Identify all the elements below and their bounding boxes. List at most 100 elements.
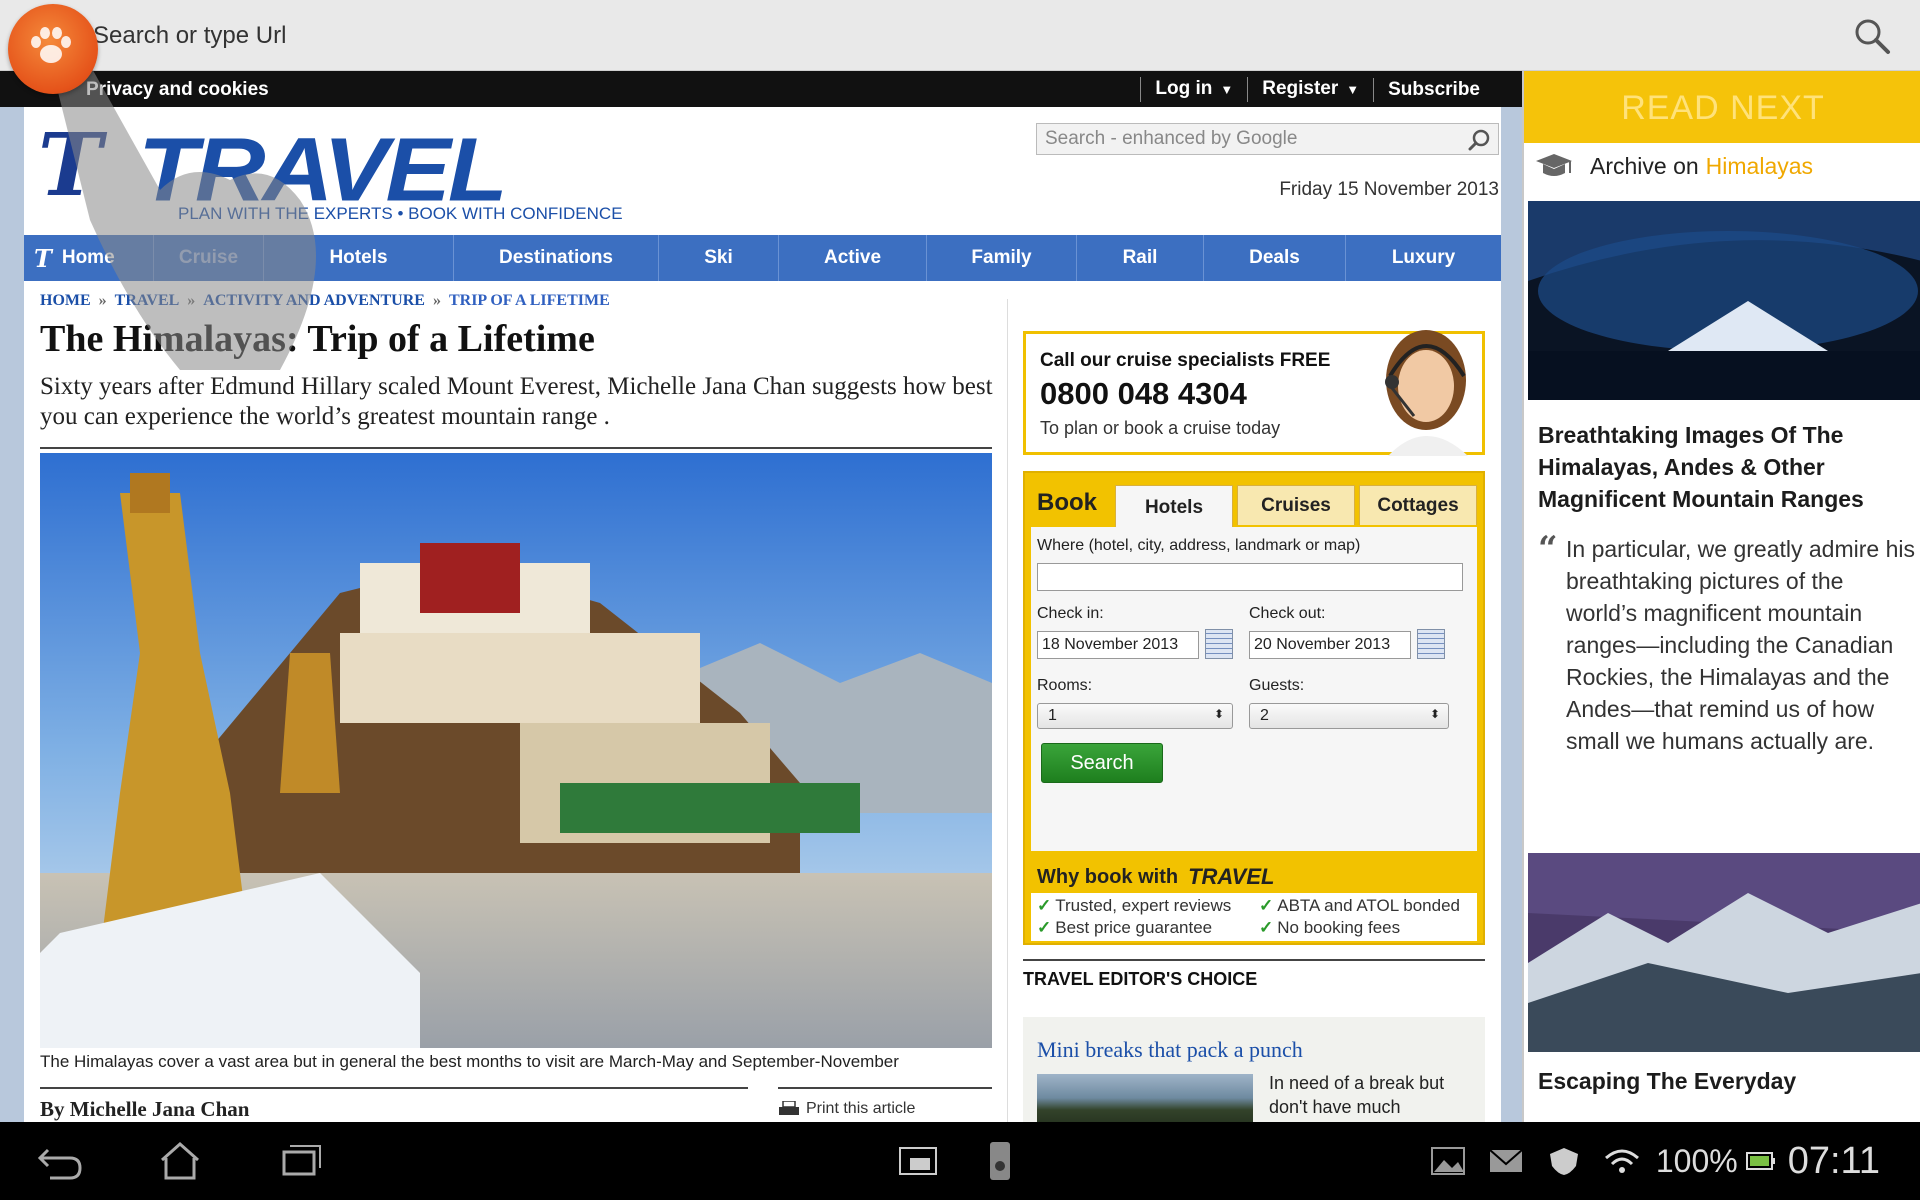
- page: T TRAVEL PLAN WITH THE EXPERTS • BOOK WI…: [24, 107, 1501, 1134]
- nav-item-luxury[interactable]: Luxury: [1346, 235, 1501, 281]
- select-arrows-icon: ⬍: [1429, 707, 1440, 721]
- select-arrows-icon: ⬍: [1213, 707, 1224, 721]
- quote-mark-icon: “: [1538, 529, 1558, 569]
- search-icon[interactable]: [1852, 16, 1892, 56]
- benefit-item: ✓ No booking fees: [1259, 918, 1401, 937]
- read-next-header: READ NEXT: [1524, 71, 1920, 143]
- remote-control-icon[interactable]: [970, 1136, 1030, 1186]
- nav-item-home[interactable]: T Home: [24, 235, 154, 281]
- column-divider: [1007, 299, 1008, 1129]
- divider: [40, 1087, 748, 1089]
- editors-choice-text: In need of a break but don't have much: [1269, 1073, 1445, 1117]
- tab-hotels[interactable]: Hotels: [1115, 485, 1233, 529]
- breadcrumb-activity[interactable]: ACTIVITY AND ADVENTURE: [203, 292, 425, 310]
- breadcrumb-current[interactable]: TRIP OF A LIFETIME: [449, 292, 610, 310]
- article-headline: The Himalayas: Trip of a Lifetime: [40, 318, 595, 360]
- story-image-mountains[interactable]: [1528, 853, 1920, 1052]
- check-icon: ✓: [1037, 896, 1052, 915]
- guests-select[interactable]: 2 ⬍: [1249, 703, 1449, 729]
- window-mode-icon[interactable]: [888, 1136, 948, 1186]
- tab-cottages[interactable]: Cottages: [1359, 485, 1477, 525]
- graduation-cap-icon: [1536, 154, 1572, 176]
- calendar-icon[interactable]: [1417, 629, 1445, 659]
- nav-item-destinations[interactable]: Destinations: [454, 235, 659, 281]
- editors-choice-title[interactable]: Mini breaks that pack a punch: [1037, 1037, 1303, 1063]
- booking-search-button[interactable]: Search: [1041, 743, 1163, 783]
- image-notification-icon: [1430, 1147, 1465, 1175]
- recent-apps-icon[interactable]: [270, 1136, 330, 1186]
- nav-item-active[interactable]: Active: [779, 235, 927, 281]
- check-icon: ✓: [1259, 918, 1274, 937]
- editors-choice-heading: TRAVEL EDITOR'S CHOICE: [1023, 959, 1485, 990]
- site-search-input[interactable]: Search - enhanced by Google: [1036, 123, 1499, 155]
- back-icon[interactable]: [30, 1136, 90, 1186]
- nav-item-cruise[interactable]: Cruise: [154, 235, 264, 281]
- current-date: Friday 15 November 2013: [1279, 179, 1499, 200]
- status-area: 100% 07:11: [1408, 1122, 1920, 1200]
- benefit-item: ✓ ABTA and ATOL bonded: [1259, 896, 1460, 915]
- divider: [40, 447, 992, 449]
- wifi-icon: [1604, 1149, 1639, 1173]
- story-title-1[interactable]: Breathtaking Images Of The Himalayas, An…: [1538, 419, 1908, 515]
- privacy-link[interactable]: Privacy and cookies: [86, 79, 269, 101]
- check-icon: ✓: [1259, 896, 1274, 915]
- battery-icon: [1745, 1152, 1775, 1170]
- read-next-sidebar: READ NEXT Archive on Himalayas Breathtak…: [1522, 71, 1920, 1122]
- divider: [778, 1087, 992, 1089]
- article-byline: By Michelle Jana Chan: [40, 1097, 250, 1121]
- paw-icon: [31, 27, 71, 63]
- booking-title: Book: [1037, 489, 1097, 516]
- checkout-input[interactable]: 20 November 2013: [1249, 631, 1411, 659]
- why-book-heading: Why book with TRAVEL: [1037, 864, 1275, 889]
- editors-choice-item[interactable]: Mini breaks that pack a punch In need of…: [1023, 1017, 1485, 1134]
- cruise-ad[interactable]: Call our cruise specialists FREE 0800 04…: [1023, 330, 1485, 456]
- browser-url-bar: Search or type Url: [0, 0, 1920, 94]
- checkin-input[interactable]: 18 November 2013: [1037, 631, 1199, 659]
- battery-percent: 100%: [1655, 1142, 1738, 1179]
- benefit-item: ✓ Best price guarantee: [1037, 918, 1213, 937]
- printer-icon: [779, 1101, 799, 1115]
- register-link[interactable]: Register ▼: [1247, 77, 1373, 102]
- home-icon[interactable]: [150, 1136, 210, 1186]
- nav-item-family[interactable]: Family: [927, 235, 1077, 281]
- clock: 07:11: [1787, 1139, 1880, 1182]
- rooms-select[interactable]: 1 ⬍: [1037, 703, 1233, 729]
- photo-caption: The Himalayas cover a vast area but in g…: [40, 1052, 899, 1071]
- where-input[interactable]: [1037, 563, 1463, 591]
- story-title-2[interactable]: Escaping The Everyday: [1538, 1068, 1796, 1095]
- nav-item-rail[interactable]: Rail: [1077, 235, 1204, 281]
- booking-form: Where (hotel, city, address, landmark or…: [1031, 527, 1477, 851]
- nav-item-hotels[interactable]: Hotels: [264, 235, 454, 281]
- nav-item-ski[interactable]: Ski: [659, 235, 779, 281]
- nav-item-deals[interactable]: Deals: [1204, 235, 1346, 281]
- story-quote-1: “ In particular, we greatly admire his b…: [1538, 529, 1915, 754]
- booking-widget: Book Hotels Cruises Cottages Where (hote…: [1023, 471, 1485, 945]
- check-icon: ✓: [1037, 918, 1052, 937]
- shield-icon: [1549, 1148, 1578, 1175]
- benefit-item: ✓ Trusted, expert reviews: [1037, 896, 1232, 915]
- search-icon[interactable]: [1468, 128, 1492, 152]
- mail-icon: [1489, 1149, 1523, 1172]
- archive-link[interactable]: Archive on Himalayas: [1534, 151, 1813, 181]
- site-top-strip: Privacy and cookies Log in ▼ Register ▼ Su…: [0, 71, 1522, 107]
- breadcrumb-home[interactable]: HOME: [40, 292, 91, 310]
- benefits-list: ✓ Trusted, expert reviews ✓ ABTA and ATOL …: [1031, 893, 1477, 941]
- breadcrumb-travel[interactable]: TRAVEL: [115, 292, 180, 310]
- print-article-link[interactable]: Print this article: [778, 1100, 915, 1118]
- chevron-down-icon: ▼: [1220, 82, 1234, 97]
- cruise-phone-number[interactable]: 0800 048 4304: [1040, 376, 1247, 412]
- story-image-ice-cave[interactable]: [1528, 201, 1920, 400]
- browser-logo-icon[interactable]: [8, 4, 98, 94]
- system-nav-bar: 100% 07:11: [0, 1122, 1920, 1200]
- travel-logo[interactable]: T TRAVEL: [38, 115, 638, 220]
- url-input[interactable]: Search or type Url: [93, 22, 286, 50]
- calendar-icon[interactable]: [1205, 629, 1233, 659]
- breadcrumb: HOME » TRAVEL » ACTIVITY AND ADVENTURE »…: [40, 292, 610, 310]
- login-link[interactable]: Log in ▼: [1140, 77, 1247, 102]
- tab-cruises[interactable]: Cruises: [1237, 485, 1355, 525]
- telegraph-t-icon: T: [34, 243, 52, 273]
- subscribe-link[interactable]: Subscribe: [1373, 77, 1494, 102]
- operator-photo: [1385, 330, 1468, 456]
- main-nav: T Home Cruise Hotels Destinations Ski Act…: [24, 235, 1501, 281]
- article-standfirst: Sixty years after Edmund Hillary scaled …: [40, 373, 993, 430]
